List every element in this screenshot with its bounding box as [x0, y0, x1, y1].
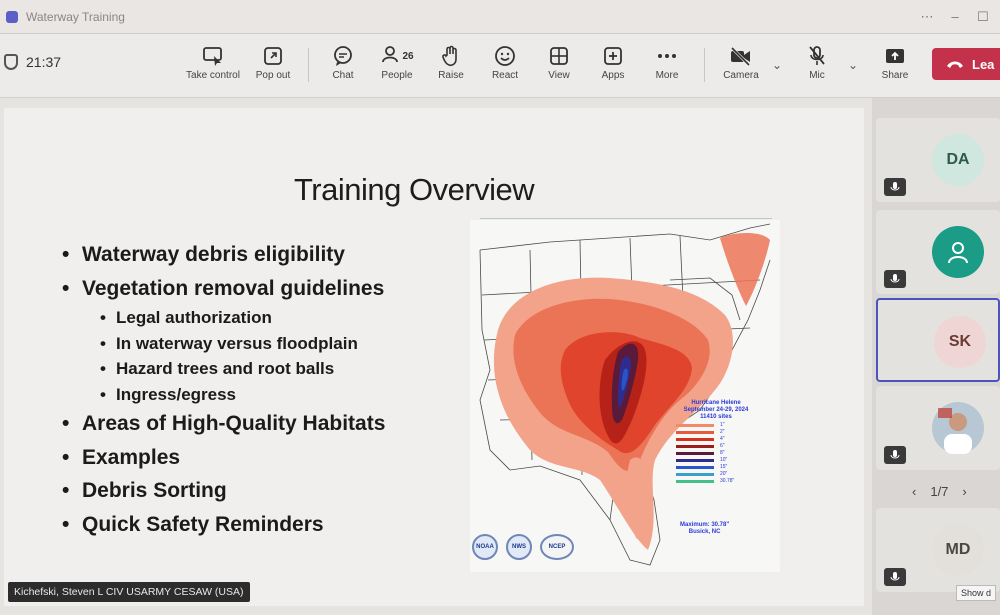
- map-maximum-note: Maximum: 30.78" Busick, NC: [680, 522, 730, 535]
- participant-tile[interactable]: MD: [876, 508, 1000, 592]
- raise-hand-button[interactable]: Raise: [422, 44, 480, 90]
- smiley-icon: [494, 44, 516, 68]
- participant-tile[interactable]: [876, 386, 1000, 470]
- legend-row: 1": [670, 422, 762, 428]
- hand-icon: [441, 44, 461, 68]
- bullet-item: Vegetation removal guidelines: [62, 272, 385, 306]
- meeting-toolbar: 21:37 Take control Pop out Chat 26 Peopl…: [0, 34, 1000, 98]
- window-titlebar: Waterway Training ⋯ – ☐: [0, 0, 1000, 34]
- legend-row: 2": [670, 429, 762, 435]
- window-title: Waterway Training: [26, 9, 125, 24]
- mic-muted-icon: [884, 178, 906, 196]
- meeting-timer: 21:37: [4, 54, 61, 70]
- title-divider: [480, 218, 772, 219]
- timer-text: 21:37: [26, 54, 62, 70]
- slide-title: Training Overview: [294, 172, 535, 207]
- sub-bullet-item: Ingress/egress: [62, 382, 385, 408]
- pop-out-button[interactable]: Pop out: [244, 44, 302, 90]
- participant-photo: [932, 402, 984, 454]
- bullet-item: Debris Sorting: [62, 474, 385, 508]
- legend-row: 6": [670, 443, 762, 449]
- shared-content-stage: Training Overview Waterway debris eligib…: [0, 98, 872, 615]
- mic-options-chevron-down-icon[interactable]: ⌄: [848, 58, 858, 72]
- pop-out-icon: [263, 44, 283, 68]
- nws-logo: NWS: [506, 534, 532, 560]
- map-legend: Hurricane Helene September 24-29, 2024 1…: [670, 400, 762, 484]
- mic-muted-icon: [884, 446, 906, 464]
- chat-button[interactable]: Chat: [314, 44, 372, 90]
- sub-bullet-item: Hazard trees and root balls: [62, 356, 385, 382]
- participant-tile-active[interactable]: SK: [876, 298, 1000, 382]
- legend-row: 4": [670, 436, 762, 442]
- mic-muted-icon: [884, 568, 906, 586]
- legend-title-line: September 24-29, 2024: [683, 407, 749, 413]
- chevron-right-icon[interactable]: ›: [962, 484, 966, 499]
- window-controls: ⋯ – ☐: [920, 9, 990, 25]
- agency-logos: NOAA NWS NCEP: [472, 534, 574, 560]
- bullet-item: Quick Safety Reminders: [62, 508, 385, 542]
- take-control-icon: [202, 44, 224, 68]
- people-button[interactable]: 26 People: [368, 44, 426, 90]
- ncep-logo: NCEP: [540, 534, 574, 560]
- grid-icon: [549, 44, 569, 68]
- leave-label: Lea: [972, 56, 995, 72]
- legend-title-line: 11410 sites: [700, 414, 732, 420]
- show-more-button[interactable]: Show d: [956, 585, 997, 601]
- bullet-item: Areas of High-Quality Habitats: [62, 407, 385, 441]
- camera-options-chevron-down-icon[interactable]: ⌄: [772, 58, 782, 72]
- presentation-slide: Training Overview Waterway debris eligib…: [4, 108, 864, 606]
- camera-off-icon: [729, 44, 753, 68]
- rainfall-map: [470, 220, 780, 572]
- presenter-name-tag: Kichefski, Steven L CIV USARMY CESAW (US…: [8, 582, 250, 602]
- participant-tile[interactable]: [876, 210, 1000, 294]
- legend-row: 20": [670, 471, 762, 477]
- pager-label: 1/7: [930, 484, 949, 499]
- teams-logo-icon: [6, 10, 18, 23]
- avatar: SK: [934, 316, 986, 368]
- camera-button[interactable]: Camera: [712, 44, 770, 90]
- chevron-left-icon[interactable]: ‹: [912, 484, 916, 499]
- person-icon: [932, 226, 984, 278]
- legend-row: 15": [670, 464, 762, 470]
- plus-box-icon: [603, 44, 623, 68]
- take-control-button[interactable]: Take control: [184, 44, 242, 90]
- noaa-logo: NOAA: [472, 534, 498, 560]
- phone-hangup-icon: [946, 57, 964, 72]
- share-button[interactable]: Share: [866, 44, 924, 90]
- share-screen-icon: [884, 44, 906, 68]
- ellipsis-icon: [656, 44, 678, 68]
- minimize-icon[interactable]: –: [948, 9, 962, 25]
- react-button[interactable]: React: [476, 44, 534, 90]
- people-count: 26: [402, 50, 414, 62]
- chat-icon: [332, 44, 354, 68]
- mic-muted-icon: [884, 270, 906, 288]
- toolbar-divider: [704, 48, 705, 82]
- avatar: MD: [932, 524, 984, 576]
- legend-row: 8": [670, 450, 762, 456]
- legend-title-line: Hurricane Helene: [691, 400, 741, 406]
- participant-rail: DA SK ‹ 1/7 › MD Show d: [872, 98, 1000, 615]
- shield-icon: [4, 54, 18, 70]
- toolbar-divider: [308, 48, 309, 82]
- leave-button[interactable]: Lea: [932, 48, 1000, 80]
- sub-bullet-item: In waterway versus floodplain: [62, 331, 385, 357]
- bullet-item: Waterway debris eligibility: [62, 238, 385, 272]
- maximize-icon[interactable]: ☐: [976, 9, 990, 25]
- slide-bullet-list: Waterway debris eligibility Vegetation r…: [62, 238, 385, 541]
- people-icon: [380, 44, 400, 69]
- sub-bullet-item: Legal authorization: [62, 305, 385, 331]
- apps-button[interactable]: Apps: [584, 44, 642, 90]
- view-button[interactable]: View: [530, 44, 588, 90]
- mic-button[interactable]: Mic: [788, 44, 846, 90]
- more-button[interactable]: More: [638, 44, 696, 90]
- more-options-icon[interactable]: ⋯: [920, 9, 934, 25]
- avatar: DA: [932, 134, 984, 186]
- participant-tile[interactable]: DA: [876, 118, 1000, 202]
- participant-pager: ‹ 1/7 ›: [912, 484, 967, 499]
- mic-off-icon: [807, 44, 827, 68]
- legend-row: 10": [670, 457, 762, 463]
- bullet-item: Examples: [62, 441, 385, 475]
- legend-row: 30.78": [670, 478, 762, 484]
